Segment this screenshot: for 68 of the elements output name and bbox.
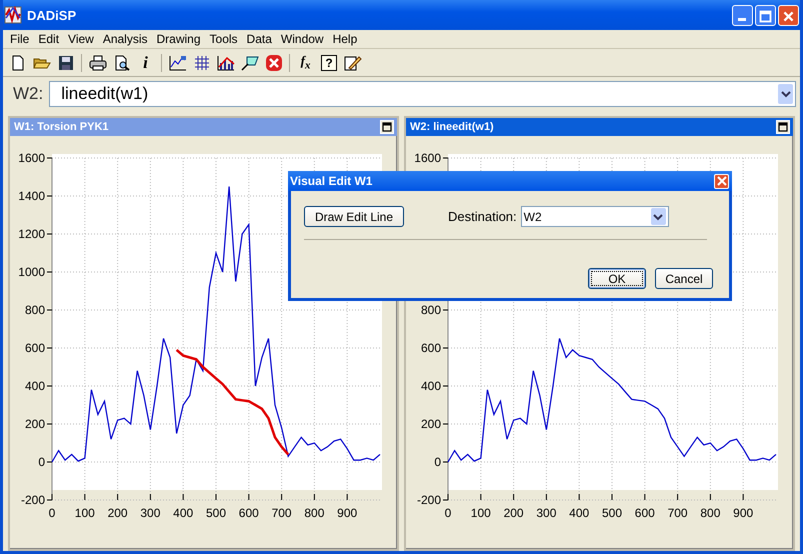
x-tick-label: 500 <box>206 506 226 520</box>
y-tick-label: 800 <box>420 303 441 317</box>
x-tick-label: 200 <box>504 506 524 520</box>
y-tick-label: 1600 <box>414 151 441 165</box>
worksheet-title: W2: lineedit(w1) <box>410 121 494 133</box>
x-tick-label: 500 <box>602 506 622 520</box>
dialog-title: Visual Edit W1 <box>290 174 372 188</box>
menu-item[interactable]: File <box>7 32 36 46</box>
menu-item[interactable]: Data <box>244 32 278 46</box>
minimize-button[interactable] <box>732 4 753 26</box>
y-tick-label: 200 <box>420 417 441 431</box>
y-tick-label: 400 <box>24 379 45 393</box>
y-tick-label: -200 <box>416 493 441 507</box>
x-tick-label: 400 <box>569 506 590 520</box>
y-tick-label: 1400 <box>18 189 45 203</box>
y-tick-label: 400 <box>420 379 441 393</box>
y-tick-label: 600 <box>24 341 45 355</box>
destination-dropdown[interactable]: W2 <box>520 206 669 227</box>
x-tick-label: 800 <box>304 506 324 520</box>
draw-edit-line-button[interactable]: Draw Edit Line <box>304 206 404 227</box>
y-tick-label: 1000 <box>18 265 45 279</box>
x-tick-label: 900 <box>733 506 754 520</box>
x-tick-label: 800 <box>700 506 720 520</box>
x-tick-label: 300 <box>536 506 556 520</box>
x-tick-label: 600 <box>238 506 259 520</box>
x-tick-label: 600 <box>634 506 655 520</box>
menu-item[interactable]: Drawing <box>154 32 207 46</box>
dialog-button[interactable]: Cancel <box>655 268 713 289</box>
menu-item[interactable]: View <box>65 32 100 46</box>
x-tick-label: 0 <box>48 506 56 520</box>
x-tick-label: 900 <box>337 506 358 520</box>
x-tick-label: 400 <box>173 506 194 520</box>
x-tick-label: 0 <box>444 506 452 520</box>
y-tick-label: 1600 <box>18 151 45 165</box>
x-tick-label: 300 <box>140 506 160 520</box>
maximize-button[interactable] <box>380 120 394 134</box>
close-button[interactable] <box>778 4 799 26</box>
minimize-icon <box>738 18 746 20</box>
y-tick-label: 200 <box>24 417 45 431</box>
y-tick-label: 0 <box>434 455 441 469</box>
x-tick-label: 700 <box>668 506 688 520</box>
help-button[interactable]: ? <box>321 54 337 70</box>
menu-item[interactable]: Edit <box>35 32 66 46</box>
close-icon <box>716 176 726 186</box>
worksheet-title: W1: Torsion PYK1 <box>14 121 109 133</box>
maximize-button[interactable] <box>776 120 790 134</box>
y-tick-label: -200 <box>20 493 45 507</box>
y-tick-label: 800 <box>24 303 45 317</box>
x-tick-label: 700 <box>272 506 292 520</box>
app-logo-icon <box>4 6 22 24</box>
y-tick-label: 0 <box>38 455 45 469</box>
x-tick-label: 100 <box>470 506 491 520</box>
formula-field[interactable]: lineedit(w1) <box>49 81 796 107</box>
close-button[interactable] <box>714 174 729 188</box>
x-tick-label: 100 <box>74 506 95 520</box>
window-title: DADiSP <box>27 8 78 22</box>
window-label: W2: <box>13 84 44 104</box>
y-tick-label: 600 <box>420 341 441 355</box>
menu-item[interactable]: Analysis <box>100 32 154 46</box>
x-tick-label: 200 <box>108 506 128 520</box>
destination-label: Destination: <box>448 209 517 224</box>
y-tick-label: 1200 <box>18 227 45 241</box>
menu-item[interactable]: Help <box>330 32 364 46</box>
function-button[interactable]: f$_{x}$ <box>294 52 317 74</box>
info-button[interactable]: i <box>134 52 157 74</box>
menu-item[interactable]: Tools <box>206 32 244 46</box>
dialog-button[interactable]: OK <box>588 268 646 289</box>
menu-item[interactable]: Window <box>278 32 330 46</box>
